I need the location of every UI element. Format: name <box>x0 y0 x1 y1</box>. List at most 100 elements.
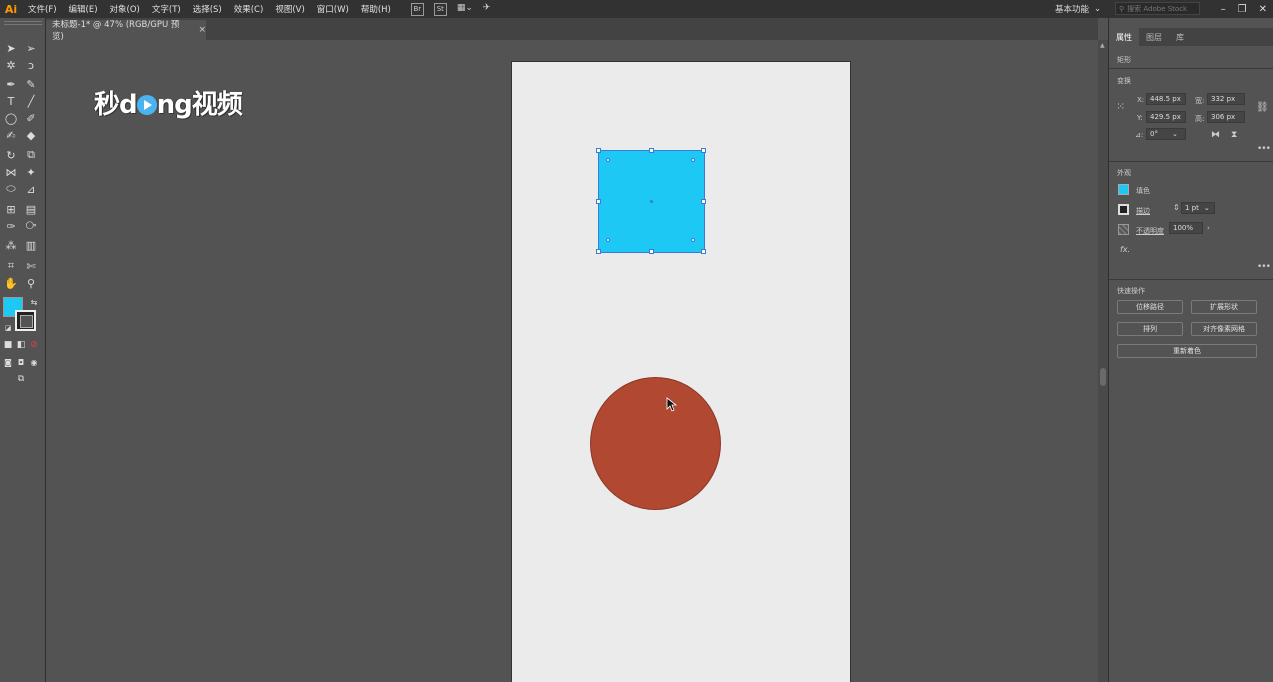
menu-edit[interactable]: 编辑(E) <box>63 3 104 15</box>
tab-layers[interactable]: 图层 <box>1139 28 1169 46</box>
tab-libraries[interactable]: 库 <box>1169 28 1191 46</box>
expand-shape-button[interactable]: 扩展形状 <box>1191 300 1257 314</box>
symbol-sprayer-icon[interactable]: ⁂ <box>3 237 19 253</box>
corner-radius-widget[interactable] <box>691 158 695 162</box>
more-options-icon[interactable]: ••• <box>1257 262 1271 272</box>
bridge-icon[interactable]: Br <box>410 2 424 16</box>
resize-handle-bl[interactable] <box>596 249 601 254</box>
menu-view[interactable]: 视图(V) <box>269 3 310 15</box>
draw-inside-icon[interactable]: ◉ <box>26 354 42 370</box>
stock-icon[interactable]: St <box>433 2 447 16</box>
angle-field[interactable]: 0° ⌄ <box>1146 128 1186 140</box>
stock-search-input[interactable]: ⚲ 搜索 Adobe Stock <box>1115 2 1200 15</box>
eyedropper-icon[interactable]: ✑ <box>3 218 19 234</box>
x-field[interactable]: 448.5 px <box>1146 93 1186 105</box>
resize-handle-l[interactable] <box>596 199 601 204</box>
scale-tool-icon[interactable]: ⧉ <box>23 147 39 163</box>
corner-radius-widget[interactable] <box>606 238 610 242</box>
stroke-weight-field[interactable]: 1 pt ⌄ <box>1181 202 1215 214</box>
workspace-switcher[interactable]: 基本功能 ⌄ <box>1055 0 1101 18</box>
puppet-warp-icon[interactable]: ✦ <box>23 164 39 180</box>
artboard[interactable] <box>512 62 850 682</box>
arrange-documents-icon[interactable]: ▦⌄ <box>457 3 473 15</box>
menu-effect[interactable]: 效果(C) <box>228 3 270 15</box>
align-pixel-grid-button[interactable]: 对齐像素网格 <box>1191 322 1257 336</box>
resize-handle-t[interactable] <box>649 148 654 153</box>
flip-horizontal-icon[interactable]: ⧓ <box>1211 130 1220 140</box>
panel-grip[interactable] <box>4 21 42 25</box>
stroke-swatch[interactable] <box>15 310 36 331</box>
shaper-tool-icon[interactable]: ✍ <box>3 127 19 143</box>
slice-tool-icon[interactable]: ✄ <box>23 258 39 274</box>
reference-point-icon[interactable]: ⁙ <box>1116 100 1125 113</box>
rocket-icon[interactable]: ✈ <box>483 3 499 15</box>
tab-close-icon[interactable]: × <box>198 25 206 35</box>
red-circle[interactable] <box>590 377 721 510</box>
menu-file[interactable]: 文件(F) <box>22 3 63 15</box>
opacity-label[interactable]: 不透明度 <box>1136 226 1164 236</box>
resize-handle-r[interactable] <box>701 199 706 204</box>
more-options-icon[interactable]: ••• <box>1257 144 1271 154</box>
resize-handle-tl[interactable] <box>596 148 601 153</box>
vertical-scrollbar[interactable]: ▲ <box>1098 40 1108 682</box>
close-icon[interactable]: ✕ <box>1259 4 1267 15</box>
corner-radius-widget[interactable] <box>606 158 610 162</box>
magic-wand-icon[interactable]: ✲ <box>3 57 19 73</box>
arrange-button[interactable]: 排列 <box>1117 322 1183 336</box>
selection-tool-icon[interactable]: ➤ <box>3 40 19 56</box>
none-mode-icon[interactable]: ⊘ <box>26 337 42 353</box>
lasso-tool-icon[interactable]: ↄ <box>23 57 39 73</box>
ellipse-tool-icon[interactable]: ◯ <box>3 110 19 126</box>
eraser-tool-icon[interactable]: ◆ <box>23 127 39 143</box>
blend-tool-icon[interactable]: ⧂ <box>23 218 39 234</box>
rotate-tool-icon[interactable]: ↻ <box>3 147 19 163</box>
zoom-tool-icon[interactable]: ⚲ <box>23 275 39 291</box>
screen-mode-icon[interactable]: ⧉ <box>13 371 29 387</box>
chevron-right-icon[interactable]: › <box>1207 224 1210 232</box>
mesh-tool-icon[interactable]: ⊞ <box>3 201 19 217</box>
resize-handle-tr[interactable] <box>701 148 706 153</box>
resize-handle-b[interactable] <box>649 249 654 254</box>
link-proportions-icon[interactable]: ⛓ <box>1256 102 1269 113</box>
minimize-icon[interactable]: – <box>1221 4 1226 15</box>
line-tool-icon[interactable]: ╱ <box>23 93 39 109</box>
flip-vertical-icon[interactable]: ⧗ <box>1231 130 1237 140</box>
scroll-up-icon[interactable]: ▲ <box>1100 42 1105 49</box>
perspective-grid-icon[interactable]: ⊿ <box>23 181 39 197</box>
document-tab[interactable]: 未标题-1* @ 47% (RGB/GPU 预览) × <box>46 20 206 42</box>
width-field[interactable]: 332 px <box>1207 93 1245 105</box>
scrollbar-thumb[interactable] <box>1100 368 1106 386</box>
menu-select[interactable]: 选择(S) <box>187 3 228 15</box>
menu-window[interactable]: 窗口(W) <box>311 3 355 15</box>
recolor-button[interactable]: 重新着色 <box>1117 344 1257 358</box>
hand-tool-icon[interactable]: ✋ <box>3 275 19 291</box>
menu-type[interactable]: 文字(T) <box>146 3 187 15</box>
paintbrush-tool-icon[interactable]: ✐ <box>23 110 39 126</box>
height-field[interactable]: 306 px <box>1207 111 1245 123</box>
shape-builder-icon[interactable]: ⬭ <box>3 181 19 197</box>
selected-rectangle[interactable] <box>596 148 706 254</box>
gradient-tool-icon[interactable]: ▤ <box>23 201 39 217</box>
stepper-icon[interactable]: ⇕ <box>1173 203 1180 212</box>
opacity-field[interactable]: 100% <box>1169 222 1203 234</box>
tab-properties[interactable]: 属性 <box>1109 28 1139 46</box>
type-tool-icon[interactable]: T <box>3 93 19 109</box>
canvas-area[interactable]: 秒d ng视频 <box>46 40 1098 682</box>
swap-colors-icon[interactable]: ⇆ <box>26 294 42 310</box>
width-tool-icon[interactable]: ⋈ <box>3 164 19 180</box>
stroke-label[interactable]: 描边 <box>1136 206 1150 216</box>
y-field[interactable]: 429.5 px <box>1146 111 1186 123</box>
resize-handle-br[interactable] <box>701 249 706 254</box>
offset-path-button[interactable]: 位移路径 <box>1117 300 1183 314</box>
restore-icon[interactable]: ❐ <box>1238 4 1247 15</box>
fx-icon[interactable]: fx. <box>1120 245 1130 254</box>
menu-help[interactable]: 帮助(H) <box>355 3 397 15</box>
graph-tool-icon[interactable]: ▥ <box>23 237 39 253</box>
direct-selection-tool-icon[interactable]: ➢ <box>23 40 39 56</box>
fill-color-swatch[interactable] <box>1118 184 1129 195</box>
default-colors-icon[interactable]: ◪ <box>0 320 16 336</box>
corner-radius-widget[interactable] <box>691 238 695 242</box>
curvature-tool-icon[interactable]: ✎ <box>23 76 39 92</box>
pen-tool-icon[interactable]: ✒ <box>3 76 19 92</box>
stroke-color-swatch[interactable] <box>1118 204 1129 215</box>
